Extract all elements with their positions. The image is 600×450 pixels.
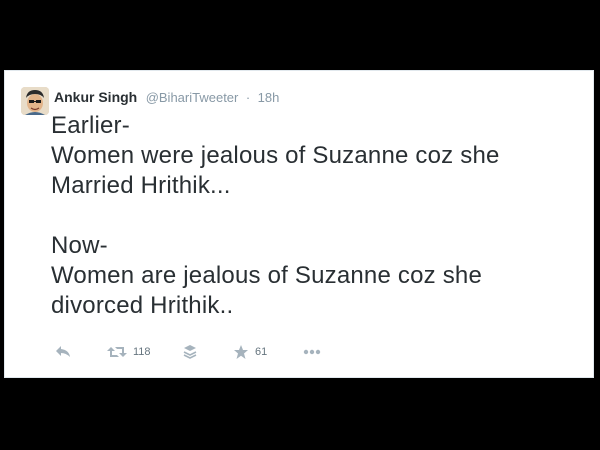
star-icon xyxy=(234,345,248,359)
tweet-timestamp[interactable]: 18h xyxy=(258,90,280,105)
tweet-line: divorced Hrithik.. xyxy=(51,292,234,319)
more-button[interactable] xyxy=(303,341,321,363)
tweet-line: Women are jealous of Suzanne coz she xyxy=(51,262,483,289)
header-separator: · xyxy=(245,90,251,105)
tweet-line: Now- xyxy=(51,232,108,259)
author-handle[interactable]: @BihariTweeter xyxy=(146,90,239,105)
reply-button[interactable] xyxy=(55,341,71,363)
tweet-text: Earlier- Women were jealous of Suzanne c… xyxy=(51,111,581,321)
reply-icon xyxy=(56,346,70,357)
tweet-header: Ankur Singh @BihariTweeter · 18h xyxy=(54,88,279,106)
tweet-line: Women were jealous of Suzanne coz she xyxy=(51,142,500,169)
tweet-line: Earlier- xyxy=(51,112,130,139)
more-dots-icon xyxy=(303,349,321,355)
retweet-button[interactable]: 118 xyxy=(107,341,151,363)
favorite-button[interactable]: 61 xyxy=(233,341,267,363)
retweet-count: 118 xyxy=(133,346,151,358)
author-name[interactable]: Ankur Singh xyxy=(54,89,137,105)
avatar-image xyxy=(21,87,49,115)
buffer-stack-icon xyxy=(183,345,197,359)
retweet-icon xyxy=(107,347,127,357)
avatar[interactable] xyxy=(21,87,49,115)
tweet-card: Ankur Singh @BihariTweeter · 18h Earlier… xyxy=(4,70,594,378)
tweet-line xyxy=(51,201,581,231)
tweet-line: Married Hrithik... xyxy=(51,172,231,199)
buffer-button[interactable] xyxy=(183,341,197,363)
black-frame: Ankur Singh @BihariTweeter · 18h Earlier… xyxy=(0,0,600,450)
favorite-count: 61 xyxy=(255,346,268,358)
tweet-actions: 118 61 xyxy=(51,341,351,363)
